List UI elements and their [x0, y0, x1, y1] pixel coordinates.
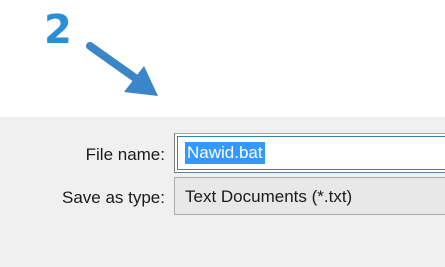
save-dialog-panel: File name: Nawid.bat Save as type: Text … — [0, 117, 445, 267]
pointer-arrow-icon — [86, 42, 158, 96]
save-as-type-label: Save as type: — [61, 188, 165, 207]
file-name-label: File name: — [85, 145, 165, 164]
file-name-input[interactable]: Nawid.bat — [174, 133, 445, 173]
save-as-type-dropdown[interactable]: Text Documents (*.txt) — [174, 177, 445, 215]
step-number-label: 2 — [44, 7, 72, 53]
screenshot-page: 2 File name: Nawid.bat Save as type: Tex… — [0, 0, 445, 267]
file-name-value: Nawid.bat — [185, 142, 265, 164]
save-as-type-value: Text Documents (*.txt) — [185, 187, 353, 206]
